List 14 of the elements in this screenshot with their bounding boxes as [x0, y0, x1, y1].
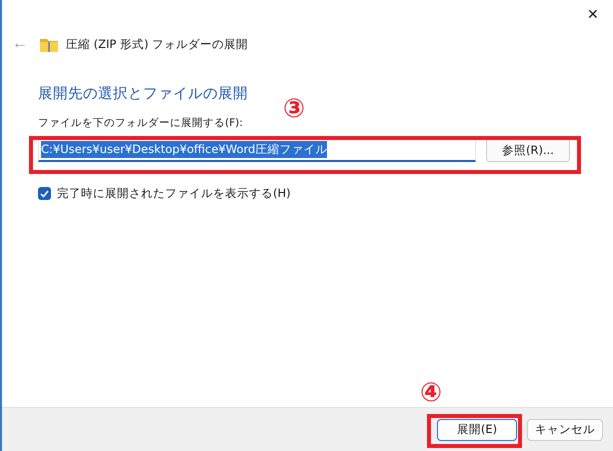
selected-text: C:¥Users¥user¥Desktop¥office¥Word圧縮ファイル	[41, 141, 328, 158]
input-field[interactable]: C:¥Users¥user¥Desktop¥office¥Word圧縮ファイル	[38, 138, 476, 162]
heading: 展開先の選択とファイルの展開	[38, 85, 249, 103]
checkbox-label: 完了時に展開されたファイルを表示する(H)	[57, 186, 291, 201]
field-label: ファイルを下のフォルダーに展開する(F):	[38, 117, 243, 129]
window-title: 圧縮 (ZIP 形式) フォルダーの展開	[66, 36, 248, 52]
browse-button[interactable]: 参照(R)...	[486, 138, 570, 162]
step-number: ③	[283, 96, 306, 122]
cancel-button[interactable]: キャンセル	[527, 418, 603, 440]
checkbox[interactable]	[38, 187, 51, 200]
zip-folder-icon	[40, 36, 58, 52]
step-number: ④	[420, 380, 442, 406]
extract-button[interactable]: 展開(E)	[437, 418, 517, 440]
close-button[interactable]: ✕	[581, 2, 605, 24]
